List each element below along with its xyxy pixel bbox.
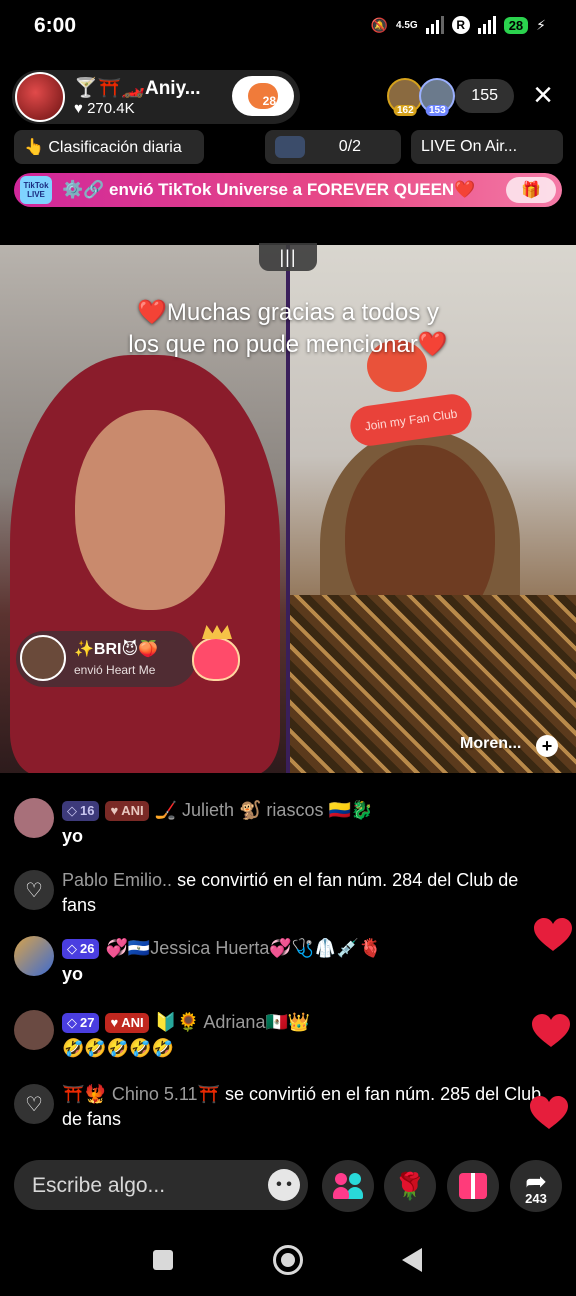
- battery-icon: 28: [503, 16, 529, 34]
- user-avatar[interactable]: [14, 1010, 54, 1050]
- stream-caption: ❤️Muchas gracias a todos y los que no pu…: [0, 297, 576, 361]
- match-chip[interactable]: 0/2: [265, 130, 401, 164]
- chat-meta: ◇ 26 💞🇸🇻Jessica Huerta💞🩺🥼💉🫀: [62, 938, 381, 959]
- share-count: 243: [525, 1191, 547, 1206]
- gift-action: envió Heart Me: [74, 663, 156, 677]
- level-badge: ◇ 27: [62, 1012, 100, 1033]
- host-avatar[interactable]: [15, 72, 65, 122]
- level-badge: ◇ 16: [62, 800, 100, 821]
- fan-badge: ♥ ANI: [105, 800, 149, 821]
- people-icon: [333, 1173, 363, 1199]
- clock: 6:00: [34, 14, 77, 37]
- chat-feed[interactable]: ◇ 16 ♥ ANI 🏒 Julieth 🐒 riascos 🇨🇴🐉 yo ♡ Pa…: [0, 782, 576, 1142]
- user-avatar[interactable]: [14, 798, 54, 838]
- live-on-air-chip[interactable]: LIVE On Air...: [411, 130, 563, 164]
- status-icons: 🔕 4.5G R 28 ⚡: [371, 16, 546, 34]
- match-progress: 0/2: [338, 138, 361, 155]
- level-number: 16: [80, 803, 95, 818]
- guest-name[interactable]: Moren...: [460, 735, 521, 753]
- multi-guest-button[interactable]: [322, 1160, 374, 1212]
- gift-sender-avatar: [20, 635, 66, 681]
- fan-heart-icon: ♡: [14, 1084, 54, 1124]
- roaming-icon: R: [451, 16, 470, 34]
- split-handle-icon[interactable]: |||: [259, 243, 317, 271]
- status-bar: 6:00 🔕 4.5G R 28 ⚡: [0, 0, 576, 52]
- close-icon[interactable]: ×: [526, 78, 560, 114]
- system-message: Pablo Emilio.. se convirtió en el fan nú…: [62, 868, 552, 918]
- fan-join-message: ♡ ⛩️🐦‍🔥 Chino 5.11⛩️ se convirtió en el …: [14, 1078, 554, 1138]
- chat-message[interactable]: ◇ 27 ♥ ANI 🔰🌻 Adriana🇲🇽👑 🤣🤣🤣🤣🤣: [14, 1002, 554, 1062]
- gift-box-icon: [459, 1173, 487, 1199]
- chat-username[interactable]: 💞🇸🇻Jessica Huerta💞🩺🥼💉🫀: [105, 938, 381, 959]
- rose-icon: 🌹: [393, 1170, 427, 1201]
- chat-username[interactable]: 🔰🌻 Adriana🇲🇽👑: [155, 1012, 311, 1033]
- chat-text: yo: [62, 964, 84, 984]
- chat-message[interactable]: ◇ 26 💞🇸🇻Jessica Huerta💞🩺🥼💉🫀 yo: [14, 928, 554, 988]
- caption-line: los que no pude mencionar❤️: [128, 331, 448, 358]
- recents-icon[interactable]: [153, 1250, 173, 1270]
- heart-me-gift-icon: [192, 637, 240, 681]
- fan-badge: ♥ ANI: [105, 1012, 149, 1033]
- host-face: [75, 410, 225, 610]
- gift-button[interactable]: [447, 1160, 499, 1212]
- level-number: 26: [80, 941, 95, 956]
- signal-icon-2: [477, 16, 496, 34]
- top-viewers[interactable]: 162 153 155: [387, 78, 514, 116]
- fan-heart-icon: ♡: [14, 870, 54, 910]
- viewer-level: 162: [393, 105, 417, 116]
- mute-icon: 🔕: [370, 16, 388, 33]
- gift-icon[interactable]: 🎁: [506, 177, 556, 203]
- chat-username[interactable]: 🏒 Julieth 🐒 riascos 🇨🇴🐉: [155, 800, 374, 821]
- fan-heart-icon: 28: [248, 83, 278, 109]
- viewer-level: 153: [425, 105, 449, 116]
- viewer-avatar[interactable]: 162: [387, 78, 424, 116]
- user-avatar[interactable]: [14, 936, 54, 976]
- system-message: ⛩️🐦‍🔥 Chino 5.11⛩️ se convirtió en el fa…: [62, 1082, 552, 1132]
- rose-gift-button[interactable]: 🌹: [384, 1160, 436, 1212]
- comment-placeholder: Escribe algo...: [32, 1174, 166, 1197]
- follow-guest-button[interactable]: +: [536, 735, 558, 757]
- host-info[interactable]: 🍸⛩️🏎️Aniy... ♥ 270.4K 28: [12, 70, 300, 124]
- charging-icon: ⚡: [536, 16, 546, 33]
- live-video[interactable]: ||| Join my Fan Club ❤️Muchas gracias a …: [0, 243, 576, 773]
- daily-ranking-chip[interactable]: 👆 Clasificación diaria: [14, 130, 204, 164]
- fan-badge-text: ANI: [121, 1015, 144, 1030]
- host-likes: ♥ 270.4K: [74, 100, 135, 117]
- chat-meta: ◇ 27 ♥ ANI 🔰🌻 Adriana🇲🇽👑: [62, 1012, 310, 1033]
- chat-username[interactable]: Pablo Emilio..: [62, 870, 172, 890]
- tiktok-live-logo: TikTok LIVE: [20, 176, 52, 204]
- caption-line: ❤️Muchas gracias a todos y: [136, 299, 439, 326]
- chat-message[interactable]: ◇ 16 ♥ ANI 🏒 Julieth 🐒 riascos 🇨🇴🐉 yo: [14, 790, 554, 850]
- fan-level: 28: [262, 94, 276, 108]
- fan-club-button[interactable]: 28: [232, 76, 294, 116]
- guest-sweater: [290, 595, 576, 773]
- gamepad-icon: [275, 136, 305, 158]
- gift-sender-name: ✨BRI😈🍑: [74, 641, 159, 658]
- fan-join-message: ♡ Pablo Emilio.. se convirtió en el fan …: [14, 864, 554, 924]
- viewer-avatar[interactable]: 153: [419, 78, 456, 116]
- system-nav-bar: [0, 1226, 576, 1296]
- signal-icon: [425, 16, 444, 34]
- comment-input[interactable]: Escribe algo... • •: [14, 1160, 308, 1210]
- viewer-count[interactable]: 155: [455, 79, 514, 113]
- chat-text: 🤣🤣🤣🤣🤣: [62, 1038, 175, 1058]
- gift-banner[interactable]: TikTok LIVE ⚙️🔗 envió TikTok Universe a …: [14, 173, 562, 207]
- fan-badge-text: ANI: [121, 803, 144, 818]
- chat-text: yo: [62, 826, 84, 846]
- gift-banner-text: ⚙️🔗 envió TikTok Universe a FOREVER QUEE…: [62, 180, 476, 199]
- chat-username[interactable]: ⛩️🐦‍🔥 Chino 5.11⛩️: [62, 1084, 220, 1104]
- level-number: 27: [80, 1015, 95, 1030]
- chat-meta: ◇ 16 ♥ ANI 🏒 Julieth 🐒 riascos 🇨🇴🐉: [62, 800, 373, 821]
- share-button[interactable]: ➦ 243: [510, 1160, 562, 1212]
- home-icon[interactable]: [273, 1245, 303, 1275]
- back-icon[interactable]: [402, 1248, 422, 1272]
- host-name: 🍸⛩️🏎️Aniy...: [74, 78, 201, 99]
- level-badge: ◇ 26: [62, 938, 100, 959]
- emoji-icon[interactable]: • •: [268, 1169, 300, 1201]
- network-label: 4.5G: [396, 19, 418, 31]
- gift-notification: ✨BRI😈🍑 envió Heart Me: [16, 631, 196, 687]
